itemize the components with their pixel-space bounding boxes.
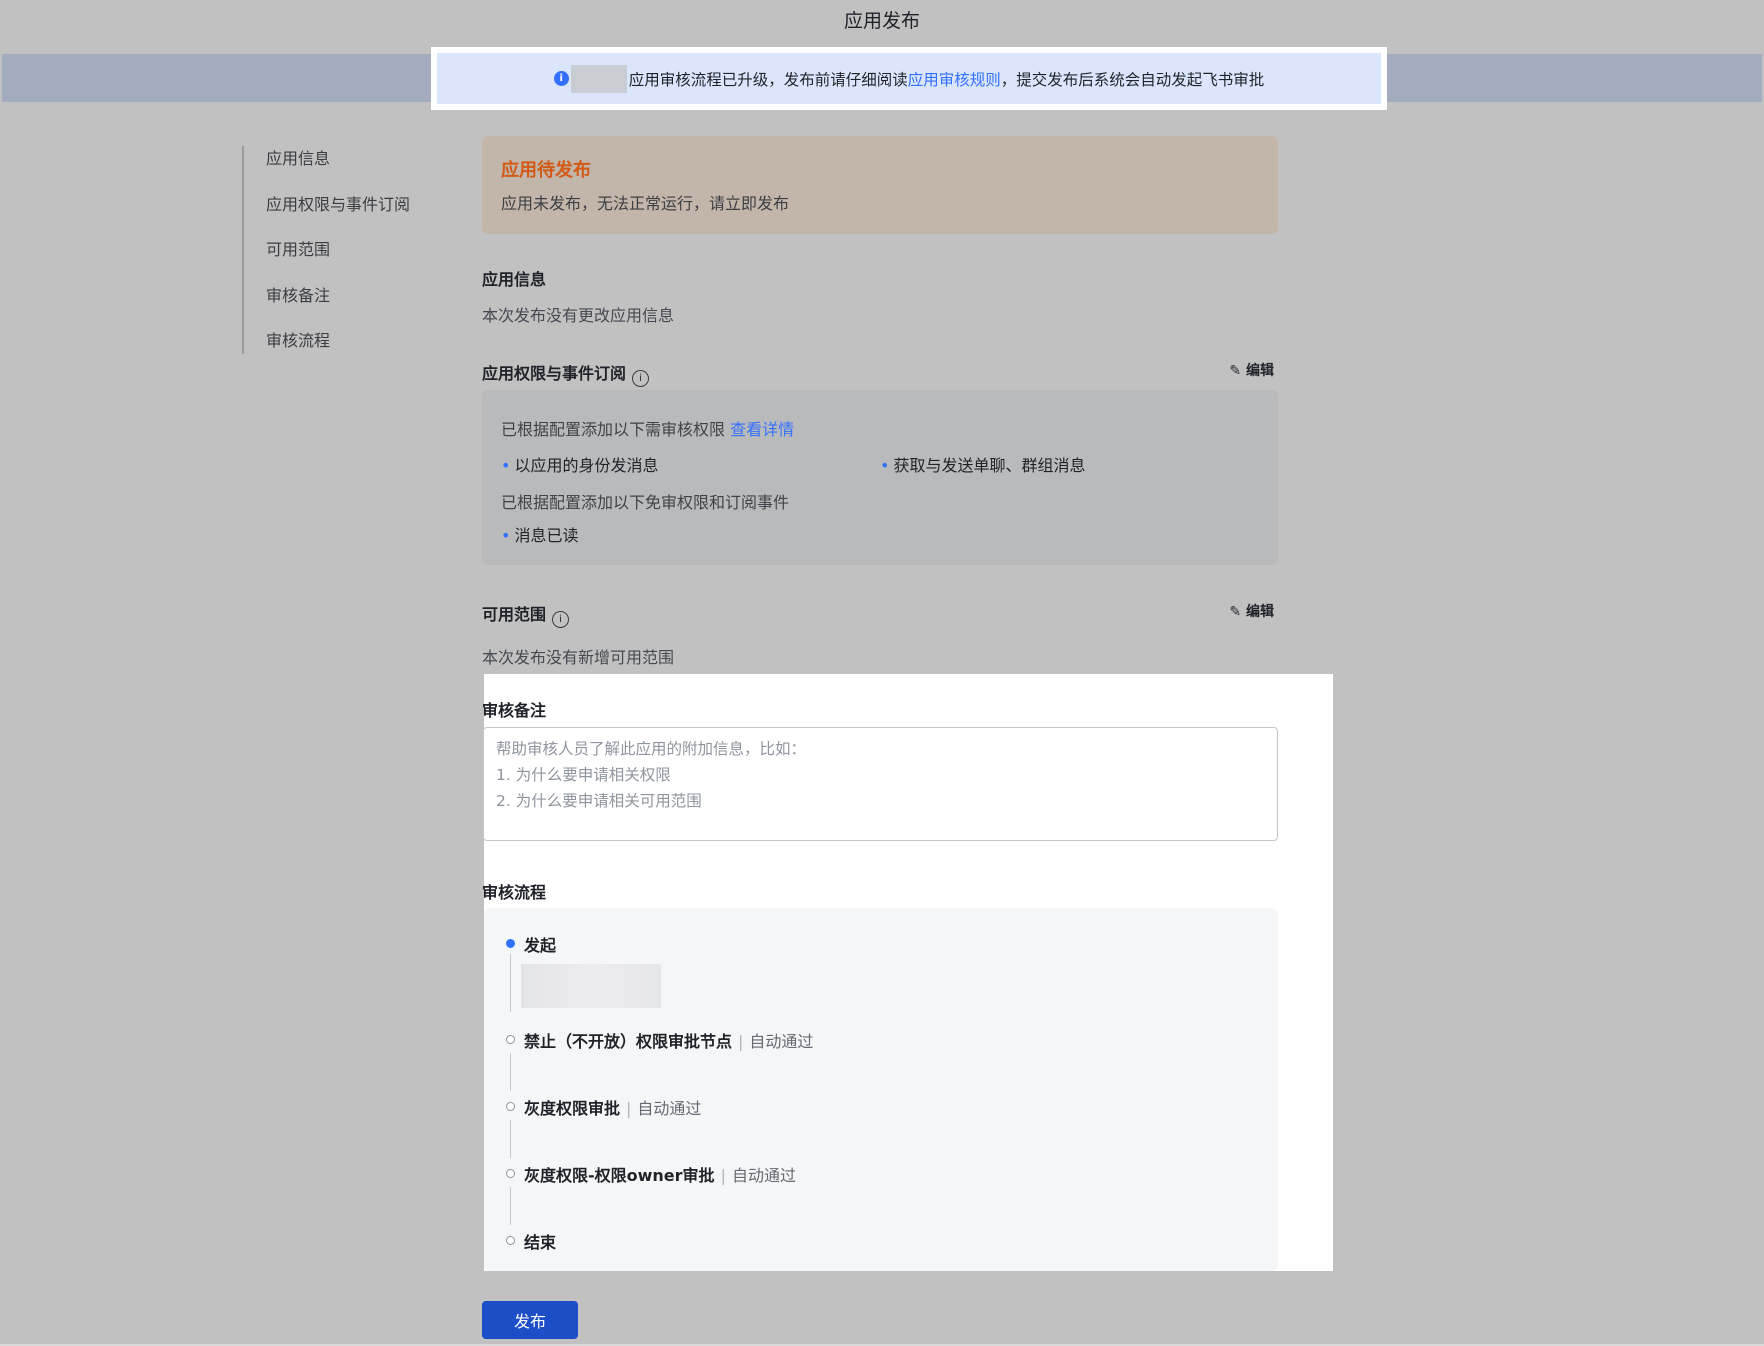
app-info-desc: 本次发布没有更改应用信息 [482,306,675,325]
placeholder-line: 帮助审核人员了解此应用的附加信息，比如： [496,740,807,758]
scope-desc: 本次发布没有新增可用范围 [482,648,675,667]
app-info-section: 应用信息 本次发布没有更改应用信息 [482,266,1278,326]
permissions-header: 应用权限与事件订阅 i ✎ 编辑 [482,360,1278,387]
scope-edit-button[interactable]: ✎ 编辑 [1229,601,1274,621]
flow-step: 禁止（不开放）权限审批节点 | 自动通过 [524,1032,814,1051]
view-details-link[interactable]: 查看详情 [730,420,794,439]
review-flow: 发起 禁止（不开放）权限审批节点 | 自动通过 灰度权限审批 | 自动通过 灰度权限-权… [484,908,1278,1271]
notice-text-after: ，提交发布后系统会自动发起飞书审批 [1000,70,1265,89]
nav-item-app-info[interactable]: 应用信息 [266,146,410,192]
permissions-box: 已根据配置添加以下需审核权限 查看详情 以应用的身份发消息 获取与发送单聊、群组… [482,390,1278,565]
flow-connector [510,954,511,1012]
permission-item: 获取与发送单聊、群组消息 [880,452,1259,489]
publish-button[interactable]: 发布 [482,1301,578,1339]
notice-banner: i 应用审核流程已升级，发布前请仔细阅读 应用审核规则 ，提交发布后系统会自动发… [431,47,1387,110]
placeholder-line: 1. 为什么要申请相关权限 [496,766,671,784]
flow-connector [510,1120,511,1158]
alert-text: 应用未发布，无法正常运行，请立即发布 [501,194,790,213]
info-icon: i [553,71,569,86]
nav-item-remarks[interactable]: 审核备注 [266,283,410,329]
alert-title: 应用待发布 [501,160,591,181]
flow-connector [510,1187,511,1225]
review-rules-link[interactable]: 应用审核规则 [908,68,1001,90]
nav-item-permissions[interactable]: 应用权限与事件订阅 [266,192,410,238]
event-item: 消息已读 [501,522,881,559]
permissions-edit-button[interactable]: ✎ 编辑 [1229,360,1274,380]
scope-title: 可用范围 [482,605,547,624]
notice-text-before: 应用审核流程已升级，发布前请仔细阅读 [628,70,908,89]
permission-item: 以应用的身份发消息 [501,452,880,489]
flow-step: 灰度权限-权限owner审批 | 自动通过 [524,1166,796,1185]
permissions-title: 应用权限与事件订阅 [482,364,627,383]
app-info-title: 应用信息 [482,270,547,289]
page-title: 应用发布 [843,10,920,32]
flow-title: 审核流程 [482,883,547,902]
scope-section: 可用范围 i ✎ 编辑 本次发布没有新增可用范围 [482,601,1278,668]
redacted-block [570,64,627,93]
nav-item-scope[interactable]: 可用范围 [266,237,410,283]
step-dot [506,1236,515,1245]
placeholder-line: 2. 为什么要申请相关可用范围 [496,792,702,810]
redacted-user [521,964,661,1008]
nav-item-flow[interactable]: 审核流程 [266,328,410,374]
remarks-title: 审核备注 [482,701,547,720]
flow-connector [510,1053,511,1091]
step-dot [506,1169,515,1178]
flow-step: 结束 [524,1233,557,1252]
info-circle-icon[interactable]: i [632,370,650,387]
flow-step: 发起 [524,936,557,955]
review-permissions-line: 已根据配置添加以下需审核权限 [501,420,726,439]
step-dot [506,1035,515,1044]
remarks-textarea[interactable]: 帮助审核人员了解此应用的附加信息，比如： 1. 为什么要申请相关权限 2. 为什… [483,727,1278,841]
flow-step: 灰度权限审批 | 自动通过 [524,1099,702,1118]
info-circle-icon[interactable]: i [552,611,570,628]
pending-alert: 应用待发布 应用未发布，无法正常运行，请立即发布 [482,136,1278,234]
exempt-permissions-line: 已根据配置添加以下免审权限和订阅事件 [501,493,790,512]
step-dot [506,1102,515,1111]
step-dot-active [506,939,515,948]
side-nav: 应用信息 应用权限与事件订阅 可用范围 审核备注 审核流程 [242,146,410,354]
